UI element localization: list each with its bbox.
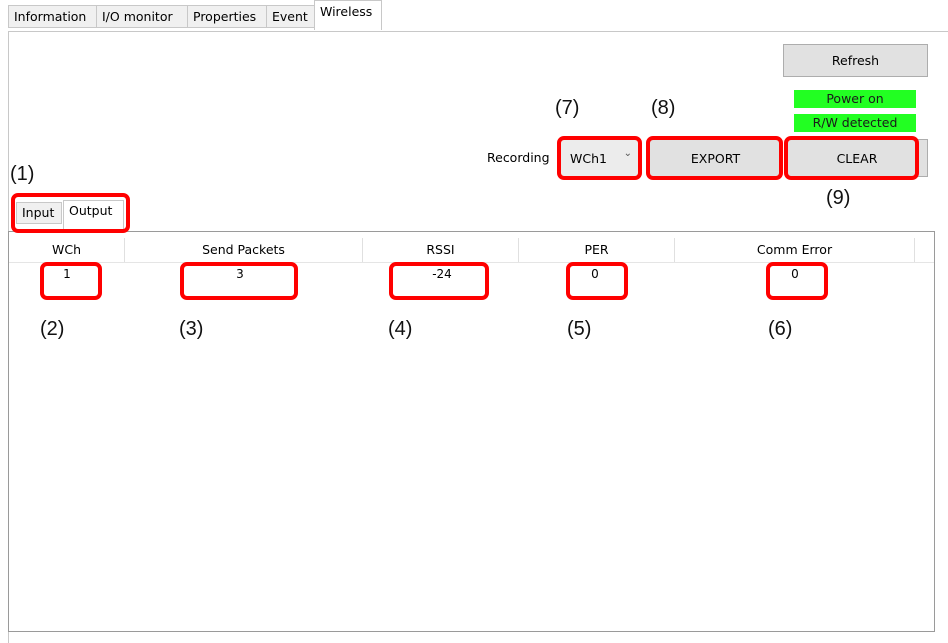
callout-1: (1) bbox=[10, 163, 35, 185]
callout-3: (3) bbox=[179, 318, 204, 340]
column-header-per[interactable]: PER bbox=[519, 238, 675, 262]
column-header-rssi[interactable]: RSSI bbox=[363, 238, 519, 262]
highlight-box-4 bbox=[389, 262, 489, 300]
tab-information[interactable]: Information bbox=[8, 5, 97, 28]
highlight-box-8 bbox=[646, 136, 783, 180]
tab-event[interactable]: Event bbox=[266, 5, 315, 28]
column-header-wch[interactable]: WCh bbox=[9, 238, 125, 262]
column-header-comm-error[interactable]: Comm Error bbox=[675, 238, 915, 262]
tab-io-monitor[interactable]: I/O monitor bbox=[96, 5, 188, 28]
highlight-box-9 bbox=[784, 136, 919, 180]
tab-strip-border bbox=[8, 31, 948, 32]
status-power-indicator: Power on bbox=[794, 90, 916, 108]
refresh-button[interactable]: Refresh bbox=[783, 44, 928, 77]
tab-wireless[interactable]: Wireless bbox=[314, 0, 382, 30]
status-rw-indicator: R/W detected bbox=[794, 114, 916, 132]
callout-4: (4) bbox=[388, 318, 413, 340]
highlight-box-5 bbox=[566, 262, 628, 300]
tab-properties[interactable]: Properties bbox=[187, 5, 267, 28]
highlight-box-1 bbox=[11, 193, 130, 233]
callout-2: (2) bbox=[40, 318, 65, 340]
highlight-box-3 bbox=[180, 262, 298, 300]
column-header-send-packets[interactable]: Send Packets bbox=[125, 238, 363, 262]
callout-8: (8) bbox=[651, 97, 676, 119]
callout-7: (7) bbox=[555, 97, 580, 119]
callout-5: (5) bbox=[567, 318, 592, 340]
callout-9: (9) bbox=[826, 187, 851, 209]
callout-6: (6) bbox=[768, 318, 793, 340]
recording-label: Recording bbox=[487, 150, 550, 165]
highlight-box-6 bbox=[766, 262, 828, 300]
highlight-box-7 bbox=[557, 136, 642, 180]
highlight-box-2 bbox=[40, 262, 102, 300]
